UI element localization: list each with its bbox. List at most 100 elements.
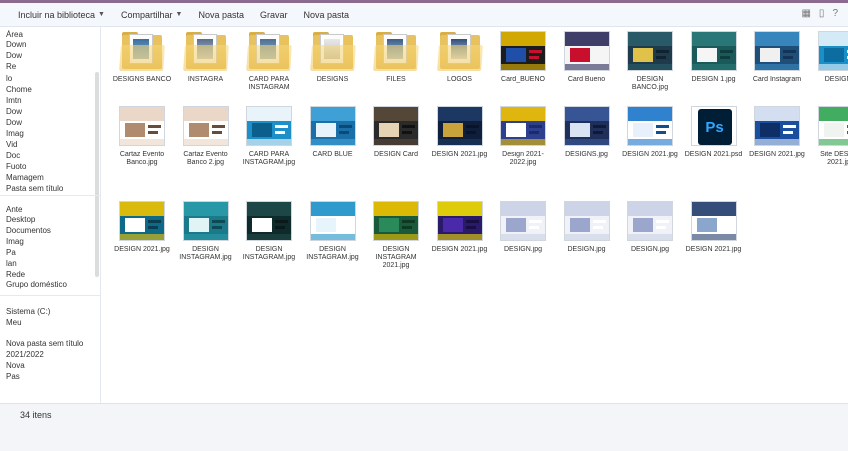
folder-icon (372, 29, 420, 73)
file-name-label: CARD PARA INSTAGRAM (248, 76, 290, 91)
sidebar-item[interactable]: Rede (6, 270, 98, 279)
file-item[interactable]: DESIGN 2021.jpg (429, 199, 491, 271)
file-item[interactable]: DESIGN 2021.jpg (619, 104, 681, 176)
file-item[interactable]: DESIGN BANCO.jpg (619, 29, 681, 101)
sidebar-item[interactable]: Chome (6, 85, 98, 94)
sidebar-item[interactable]: Ante (6, 205, 98, 214)
file-name-label: DESIGN 2021.jpg (431, 151, 488, 158)
file-item[interactable]: DESIGN 1.jpg (683, 29, 745, 101)
burn-button[interactable]: Gravar (260, 10, 288, 20)
folder-item[interactable]: DESIGNS BANCO (111, 29, 173, 101)
file-item[interactable]: Cartaz Evento Banco 2.jpg (175, 104, 237, 176)
sidebar-item[interactable]: Fuoto (6, 162, 98, 171)
file-name-label: Cartaz Evento Banco.jpg (119, 151, 165, 166)
image-thumbnail (309, 104, 357, 148)
file-name-label: Design 2021-2022.jpg (502, 151, 544, 166)
file-item[interactable]: DESIGN INSTAGRAM.jpg (175, 199, 237, 271)
sidebar-item[interactable]: Down (6, 40, 98, 49)
file-item[interactable]: DESIGN 2021.jpg (746, 104, 808, 176)
image-thumbnail (436, 199, 484, 243)
share-with-menu[interactable]: Compartilhar ▼ (121, 10, 182, 20)
file-item[interactable]: DESIGN INSTAGRAM 2021.jpg (365, 199, 427, 271)
file-item[interactable]: DESIGN.jpg (619, 199, 681, 271)
sidebar-item[interactable]: Imag (6, 129, 98, 138)
sidebar-item[interactable]: Desktop (6, 215, 98, 224)
include-in-library-menu[interactable]: Incluir na biblioteca ▼ (18, 10, 105, 20)
file-item[interactable]: DESIGNS (810, 29, 848, 101)
image-thumbnail (626, 104, 674, 148)
sidebar-item[interactable]: Nova (6, 361, 98, 370)
folder-icon (118, 29, 166, 73)
sidebar-item[interactable]: Pas (6, 372, 98, 381)
sidebar-item[interactable]: Pasta sem título (6, 184, 98, 193)
sidebar-item[interactable]: Vid (6, 140, 98, 149)
image-thumbnail (182, 104, 230, 148)
sidebar-item[interactable]: lo (6, 74, 98, 83)
file-item[interactable]: DESIGN INSTAGRAM.jpg (302, 199, 364, 271)
image-thumbnail (436, 104, 484, 148)
folder-item[interactable]: FILES (365, 29, 427, 101)
chevron-down-icon: ▼ (175, 11, 183, 18)
sidebar-item[interactable]: Re (6, 62, 98, 71)
sidebar-item[interactable]: Imtn (6, 96, 98, 105)
sidebar-item[interactable]: Mamagem (6, 173, 98, 182)
file-item[interactable]: DESIGNS.jpg (556, 104, 618, 176)
sidebar-item[interactable]: Dow (6, 51, 98, 60)
file-item[interactable]: DESIGN 2021.jpg (683, 199, 745, 271)
file-item[interactable]: DESIGN Card (365, 104, 427, 176)
folder-item[interactable]: CARD PARA INSTAGRAM (238, 29, 300, 101)
sidebar-item[interactable]: Sistema (C:) (6, 307, 98, 316)
file-item[interactable]: Site DESIGN 2021.jpg (810, 104, 848, 176)
file-name-label: DESIGN 2021.jpg (749, 151, 805, 158)
file-name-label: DESIGN.jpg (567, 246, 606, 253)
file-item[interactable]: CARD BLUE (302, 104, 364, 176)
navigation-pane: Área Down Dow Re lo Chome Imtn Dow Dow Imag Vid Doc… (0, 27, 101, 403)
file-item[interactable]: DESIGN 2021.jpg (429, 104, 491, 176)
file-item[interactable]: Card Instagram (746, 29, 808, 101)
sidebar-item[interactable]: Dow (6, 107, 98, 116)
file-item[interactable]: Card Bueno (556, 29, 618, 101)
sidebar-item[interactable]: 2021/2022 (6, 350, 98, 359)
image-thumbnail (245, 199, 293, 243)
folder-item[interactable]: LOGOS (429, 29, 491, 101)
folder-item[interactable]: DESIGNS (302, 29, 364, 101)
sidebar-item[interactable]: Meu (6, 318, 98, 327)
sidebar-item[interactable]: Nova pasta sem título (6, 339, 98, 348)
help-icon[interactable]: ? (832, 8, 838, 19)
sidebar-item[interactable]: Área (6, 30, 98, 39)
image-thumbnail (118, 104, 166, 148)
sidebar-item[interactable]: Pa (6, 248, 98, 257)
file-name-label: Cartaz Evento Banco 2.jpg (183, 151, 228, 166)
sidebar-item[interactable]: Imag (6, 237, 98, 246)
file-item[interactable]: Ps DESIGN 2021.psd (683, 104, 745, 176)
file-name-label: CARD PARA INSTAGRAM.jpg (242, 151, 296, 166)
slideshow-label: Nova pasta (198, 9, 244, 20)
preview-pane-icon[interactable]: ▯ (819, 8, 825, 19)
new-folder-button[interactable]: Nova pasta (304, 10, 350, 20)
sidebar-item[interactable]: lan (6, 259, 98, 268)
file-item[interactable]: DESIGN.jpg (492, 199, 554, 271)
sidebar-item[interactable]: Grupo doméstico (6, 280, 98, 289)
file-item[interactable]: Design 2021-2022.jpg (492, 104, 554, 176)
folder-icon (436, 29, 484, 73)
file-item[interactable]: CARD PARA INSTAGRAM.jpg (238, 104, 300, 176)
image-thumbnail (499, 104, 547, 148)
file-item[interactable]: Cartaz Evento Banco.jpg (111, 104, 173, 176)
file-item[interactable]: Card_BUENO (492, 29, 554, 101)
image-thumbnail (563, 199, 611, 243)
share-with-label: Compartilhar (120, 9, 173, 20)
sidebar-item[interactable]: Dow (6, 118, 98, 127)
sidebar-item[interactable]: Doc (6, 151, 98, 160)
file-name-label: FILES (386, 76, 406, 83)
file-name-label: DESIGNS.jpg (565, 151, 608, 158)
image-thumbnail (817, 104, 848, 148)
file-item[interactable]: DESIGN.jpg (556, 199, 618, 271)
sidebar-item[interactable]: Documentos (6, 226, 98, 235)
folder-item[interactable]: INSTAGRA (175, 29, 237, 101)
file-item[interactable]: DESIGN 2021.jpg (111, 199, 173, 271)
slideshow-button[interactable]: Nova pasta (198, 10, 244, 20)
view-options-icon[interactable]: ▦ (801, 8, 810, 19)
file-name-label: DESIGN 1.jpg (691, 76, 736, 83)
include-in-library-label: Incluir na biblioteca (18, 9, 96, 20)
file-item[interactable]: DESIGN INSTAGRAM.jpg (238, 199, 300, 271)
